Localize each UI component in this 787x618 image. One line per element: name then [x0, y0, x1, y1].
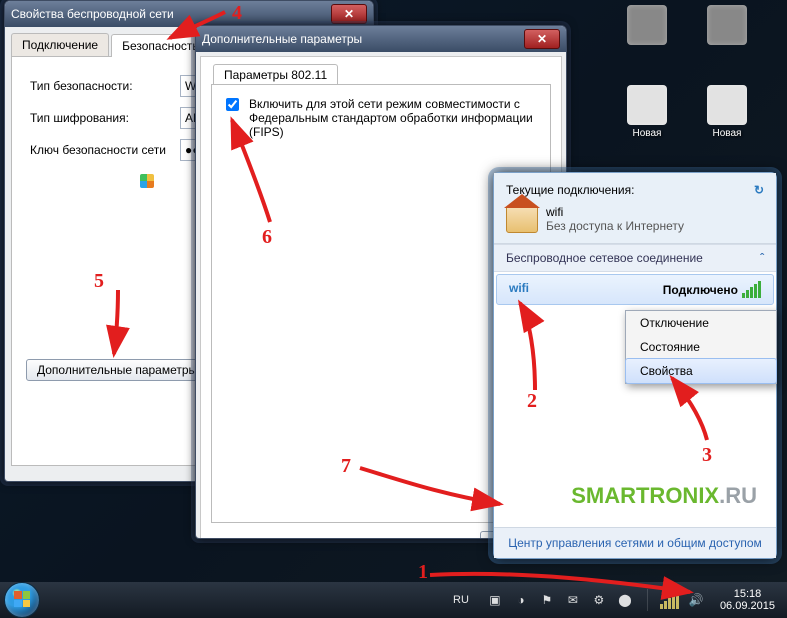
- windows-flag-icon: [14, 591, 30, 607]
- close-icon[interactable]: ✕: [524, 29, 560, 49]
- refresh-icon[interactable]: ↻: [754, 183, 764, 197]
- start-button[interactable]: [4, 582, 40, 618]
- signal-icon: [742, 281, 761, 298]
- network-tray-icon[interactable]: [662, 592, 678, 608]
- desktop-icon[interactable]: Новая: [697, 85, 757, 139]
- label-encryption-type: Тип шифрования:: [30, 111, 180, 125]
- desktop-icon[interactable]: Новая: [617, 85, 677, 139]
- tray-icon[interactable]: ⚙: [591, 592, 607, 608]
- network-center-link[interactable]: Центр управления сетями и общим доступом: [494, 527, 776, 558]
- advanced-params-button[interactable]: Дополнительные параметры: [26, 359, 208, 381]
- desktop-icon[interactable]: [697, 5, 757, 48]
- network-name: wifi: [509, 281, 529, 298]
- taskbar[interactable]: RU ▣ ◑ ⚑ ✉ ⚙ ⬤ 🔊 15:18 06.09.2015: [0, 582, 787, 618]
- tab-80211[interactable]: Параметры 802.11: [213, 64, 338, 85]
- home-network-icon: [506, 205, 538, 233]
- close-icon[interactable]: ✕: [331, 4, 367, 24]
- chevron-up-icon: ˆ: [760, 251, 764, 265]
- tab-connection[interactable]: Подключение: [11, 33, 109, 56]
- fips-label: Включить для этой сети режим совместимос…: [249, 97, 540, 139]
- tray-icon[interactable]: ⬤: [617, 592, 633, 608]
- taskbar-clock[interactable]: 15:18 06.09.2015: [714, 588, 781, 612]
- network-context-menu: Отключение Состояние Свойства: [625, 310, 777, 384]
- language-indicator[interactable]: RU: [453, 594, 469, 606]
- tray-icon[interactable]: ◑: [513, 592, 529, 608]
- window-title: Дополнительные параметры: [202, 32, 524, 46]
- tray-icon[interactable]: ⚑: [539, 592, 555, 608]
- tray-icon[interactable]: ✉: [565, 592, 581, 608]
- network-state: Подключено: [663, 283, 738, 297]
- window-title: Свойства беспроводной сети: [11, 7, 331, 21]
- wireless-section-header[interactable]: Беспроводное сетевое соединение ˆ: [494, 244, 776, 272]
- titlebar[interactable]: Свойства беспроводной сети ✕: [5, 1, 373, 27]
- menu-properties[interactable]: Свойства: [625, 358, 777, 384]
- current-status: Без доступа к Интернету: [546, 219, 684, 233]
- menu-disconnect[interactable]: Отключение: [626, 311, 776, 335]
- fips-checkbox[interactable]: [226, 98, 239, 111]
- volume-tray-icon[interactable]: 🔊: [688, 592, 704, 608]
- current-ssid: wifi: [546, 205, 684, 219]
- label-security-type: Тип безопасности:: [30, 79, 180, 93]
- label-security-key: Ключ безопасности сети: [30, 143, 180, 157]
- tray-icon[interactable]: ▣: [487, 592, 503, 608]
- titlebar[interactable]: Дополнительные параметры ✕: [196, 26, 566, 52]
- desktop-icon[interactable]: [617, 5, 677, 48]
- shield-icon: [140, 174, 154, 188]
- menu-status[interactable]: Состояние: [626, 335, 776, 359]
- network-row[interactable]: wifi Подключено: [496, 274, 774, 305]
